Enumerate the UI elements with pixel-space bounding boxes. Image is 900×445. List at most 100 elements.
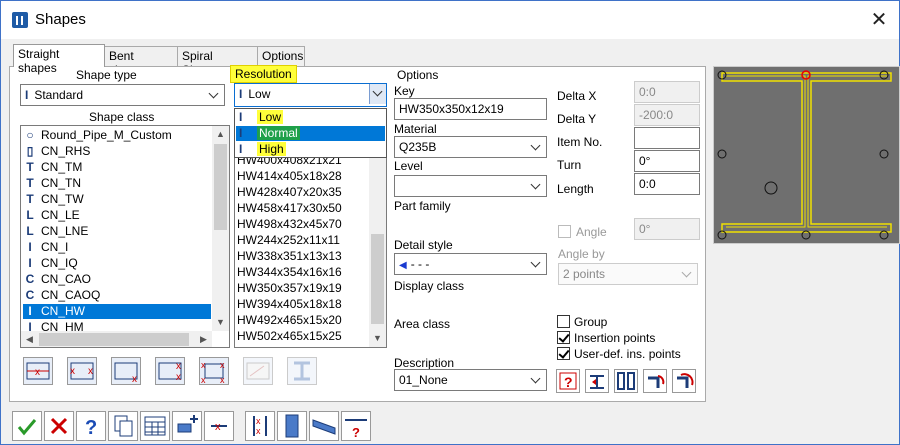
shape-class-item[interactable]: I CN_HW xyxy=(23,304,211,319)
insert-corner-icon: x xyxy=(114,362,138,385)
flip-button[interactable] xyxy=(614,369,638,393)
column-button[interactable] xyxy=(277,411,307,441)
size-item[interactable]: HW502x465x15x25 xyxy=(237,329,367,344)
cancel-button[interactable] xyxy=(44,411,74,441)
insert-profile-button[interactable] xyxy=(287,357,317,385)
close-icon[interactable]: ✕ xyxy=(867,8,891,32)
shape-class-item[interactable]: L CN_LNE xyxy=(23,224,211,239)
user-def-ins-points-checkbox[interactable] xyxy=(557,347,570,360)
tab-bent-shapes[interactable]: Bent shapes xyxy=(104,46,178,77)
beam-help-button[interactable]: ? xyxy=(341,411,371,441)
scroll-right-icon[interactable]: ▶ xyxy=(195,331,212,347)
shape-class-item[interactable]: C CN_CAO xyxy=(23,272,211,287)
scroll-down-icon[interactable]: ▼ xyxy=(369,330,386,347)
help-red-button[interactable]: ? xyxy=(556,369,580,393)
shape-class-item[interactable]: ○ Round_Pipe_M_Custom xyxy=(23,128,211,143)
shape-class-list[interactable]: ○ Round_Pipe_M_Custom ▯ CN_RHS T CN_TM T CN_TN T… xyxy=(20,125,230,348)
rotate-right-button[interactable] xyxy=(672,369,696,393)
size-item[interactable]: HW428x407x20x35 xyxy=(237,185,367,200)
length-field[interactable]: 0:0 xyxy=(634,173,700,195)
copy-button[interactable] xyxy=(108,411,138,441)
size-item[interactable]: HW492x465x15x20 xyxy=(237,313,367,328)
chevron-down-icon xyxy=(530,139,542,153)
add-shape-icon xyxy=(177,415,198,433)
resolution-option-high[interactable]: I High xyxy=(236,142,385,157)
insert-edge-button[interactable]: xx xyxy=(155,357,185,385)
hscroll-thumb[interactable] xyxy=(39,333,189,346)
delta-y-field[interactable]: -200:0 xyxy=(634,104,700,126)
mirror-button[interactable] xyxy=(585,369,609,393)
size-item[interactable]: HW458x417x30x50 xyxy=(237,201,367,216)
size-item[interactable]: HW350x357x19x19 xyxy=(237,281,367,296)
size-list[interactable]: HW400x408x21x21 HW414x405x18x28 HW428x407x… xyxy=(234,125,387,348)
insert-center-button[interactable]: x xyxy=(23,357,53,385)
length-label: Length xyxy=(557,182,594,196)
size-item[interactable]: HW394x405x18x18 xyxy=(237,297,367,312)
shape-class-item[interactable]: I CN_I xyxy=(23,240,211,255)
size-item[interactable]: HW244x252x11x11 xyxy=(237,233,367,248)
scroll-thumb[interactable] xyxy=(371,234,384,324)
angle-by-select[interactable]: 2 points xyxy=(558,263,698,285)
scroll-down-icon[interactable]: ▼ xyxy=(212,314,229,331)
svg-text:x: x xyxy=(201,360,206,370)
item-no-field[interactable] xyxy=(634,127,700,149)
shape-class-item[interactable]: T CN_TW xyxy=(23,192,211,207)
scroll-left-icon[interactable]: ◀ xyxy=(21,331,38,347)
tab-straight-shapes[interactable]: Straight shapes xyxy=(13,44,105,75)
shape-class-item[interactable]: I CN_IQ xyxy=(23,256,211,271)
tab-spiral-shapes[interactable]: Spiral Shapes xyxy=(177,46,258,77)
insert-diagonal-button[interactable] xyxy=(243,357,273,385)
resolution-select[interactable]: I Low xyxy=(234,83,387,107)
shape-class-item[interactable]: T CN_TN xyxy=(23,176,211,191)
resolution-option-normal[interactable]: I Normal xyxy=(236,126,385,141)
chevron-down-icon[interactable] xyxy=(369,84,386,104)
insert-all-corners-button[interactable]: xxxx xyxy=(199,357,229,385)
shape-class-item-label: CN_LNE xyxy=(41,224,89,238)
detail-style-select[interactable]: ◀ - - - xyxy=(394,253,547,275)
shape-type-select[interactable]: I Standard xyxy=(20,84,225,106)
insert-corner-button[interactable]: x xyxy=(111,357,141,385)
material-select[interactable]: Q235B xyxy=(394,136,547,158)
shape-class-item-label: CN_CAO xyxy=(41,272,92,286)
shape-class-item-label: CN_I xyxy=(41,240,69,254)
svg-text:?: ? xyxy=(564,374,573,390)
svg-text:x: x xyxy=(215,421,221,433)
add-shape-button[interactable] xyxy=(172,411,202,441)
resolution-option-low[interactable]: I Low xyxy=(236,110,385,125)
shape-class-hscroll[interactable]: ◀ ▶ xyxy=(21,331,212,347)
shape-class-item[interactable]: C CN_CAOQ xyxy=(23,288,211,303)
shape-class-item[interactable]: L CN_LE xyxy=(23,208,211,223)
size-item[interactable]: HW498x432x45x70 xyxy=(237,217,367,232)
insertion-points-checkbox[interactable] xyxy=(557,331,570,344)
angle-checkbox[interactable] xyxy=(558,225,571,238)
insert-points-button[interactable]: xx xyxy=(245,411,275,441)
size-item[interactable]: HW344x354x16x16 xyxy=(237,265,367,280)
size-item[interactable]: HW502x470x20x25 xyxy=(237,345,367,347)
tab-options[interactable]: Options xyxy=(257,46,305,66)
help-button[interactable]: ? xyxy=(76,411,106,441)
table-button[interactable] xyxy=(140,411,170,441)
delta-x-label: Delta X xyxy=(557,89,597,103)
angle-field[interactable]: 0° xyxy=(634,218,700,240)
shape-class-item[interactable]: ▯ CN_RHS xyxy=(23,144,211,159)
insert-mid-left-button[interactable]: xx xyxy=(67,357,97,385)
ok-button[interactable] xyxy=(12,411,42,441)
insert-point-button[interactable]: x xyxy=(204,411,234,441)
size-item[interactable]: HW338x351x13x13 xyxy=(237,249,367,264)
turn-field[interactable]: 0° xyxy=(634,150,700,172)
rotate-left-button[interactable] xyxy=(643,369,667,393)
scroll-up-icon[interactable]: ▲ xyxy=(212,126,229,143)
shape-class-item[interactable]: T CN_TM xyxy=(23,160,211,175)
key-field[interactable]: HW350x350x12x19 xyxy=(394,98,547,120)
size-vscroll[interactable]: ▼ xyxy=(369,126,386,347)
size-item[interactable]: HW414x405x18x28 xyxy=(237,169,367,184)
material-label: Material xyxy=(394,122,437,136)
help-red-icon: ? xyxy=(559,372,577,390)
description-select[interactable]: 01_None xyxy=(394,369,547,391)
delta-x-field[interactable]: 0:0 xyxy=(634,81,700,103)
shape-class-vscroll[interactable]: ▲ ▼ xyxy=(212,126,229,331)
level-select[interactable] xyxy=(394,175,547,197)
beam-button[interactable] xyxy=(309,411,339,441)
scroll-thumb[interactable] xyxy=(214,144,227,230)
group-checkbox[interactable] xyxy=(557,315,570,328)
